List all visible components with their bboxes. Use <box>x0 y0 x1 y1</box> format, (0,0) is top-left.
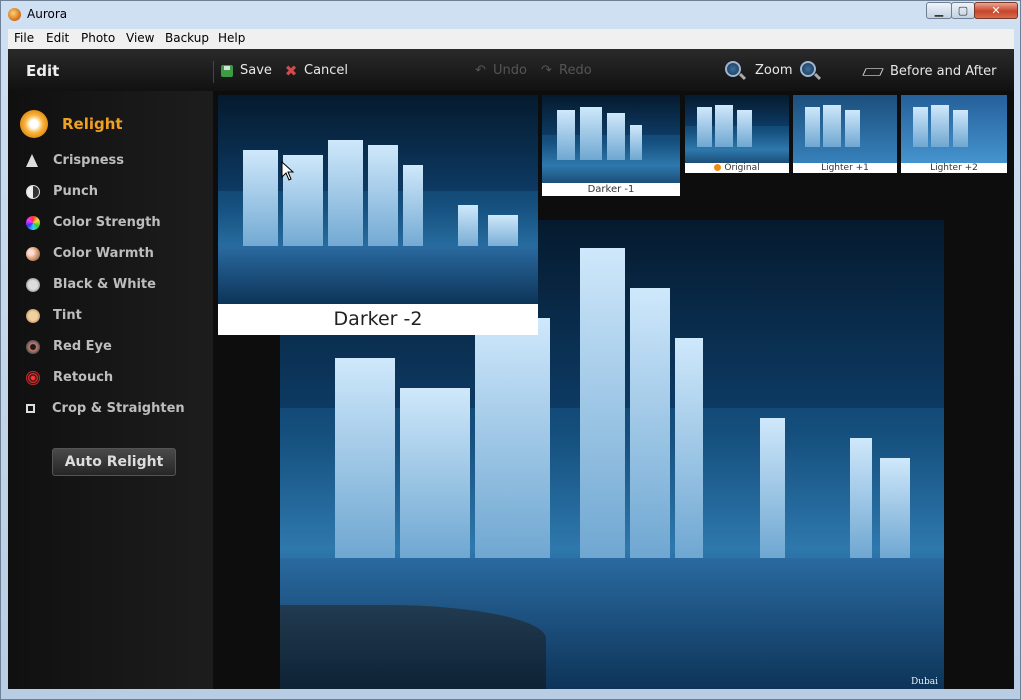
maximize-button[interactable]: ▢ <box>951 2 975 19</box>
thumb-label: Lighter +1 <box>793 163 897 173</box>
crispness-icon <box>26 154 38 167</box>
sidebar-item-crispness[interactable]: Crispness <box>26 153 124 168</box>
undo-icon: ↶ <box>475 63 486 78</box>
sidebar-item-label: Black & White <box>53 277 156 292</box>
sidebar-item-label: Crop & Straighten <box>52 401 185 416</box>
menu-file[interactable]: File <box>14 31 34 45</box>
menu-backup[interactable]: Backup <box>165 31 209 45</box>
preview-darker-2[interactable]: Darker -2 <box>218 95 538 335</box>
menu-bar: File Edit Photo View Backup Help <box>8 29 1014 50</box>
editor-client: Edit Save ✖ Cancel ↶ Undo ↷ Redo Zoom Be… <box>8 49 1014 689</box>
menu-edit[interactable]: Edit <box>46 31 69 45</box>
zoom-label: Zoom <box>755 63 793 78</box>
title-bar: Aurora ▁ ▢ ✕ <box>1 1 1020 29</box>
original-marker-icon <box>714 164 722 171</box>
redo-button[interactable]: ↷ Redo <box>541 63 592 78</box>
sidebar-item-color-strength[interactable]: Color Strength <box>26 215 161 230</box>
sidebar-item-label: Red Eye <box>53 339 112 354</box>
sun-icon <box>20 110 48 138</box>
save-label: Save <box>240 63 272 78</box>
sidebar-item-label: Tint <box>53 308 82 323</box>
sidebar-item-label: Punch <box>53 184 98 199</box>
crop-icon <box>26 404 35 413</box>
redo-label: Redo <box>559 63 592 78</box>
window-title: Aurora <box>27 7 68 21</box>
minimize-button[interactable]: ▁ <box>926 2 952 19</box>
undo-label: Undo <box>493 63 527 78</box>
sidebar-item-tint[interactable]: Tint <box>26 308 82 323</box>
sidebar-item-color-warmth[interactable]: Color Warmth <box>26 246 154 261</box>
punch-icon <box>26 184 40 199</box>
target-icon <box>26 370 40 385</box>
sidebar-item-label: Color Strength <box>53 215 161 230</box>
preview-label: Darker -2 <box>218 304 538 335</box>
sidebar-item-relight[interactable]: Relight <box>20 110 123 138</box>
thumb-label: Darker -1 <box>542 183 680 196</box>
sidebar-item-crop-straighten[interactable]: Crop & Straighten <box>26 401 185 416</box>
sidebar-item-retouch[interactable]: Retouch <box>26 370 113 385</box>
app-window: Aurora ▁ ▢ ✕ File Edit Photo View Backup… <box>0 0 1021 700</box>
before-after-label: Before and After <box>890 64 997 79</box>
save-button[interactable]: Save <box>221 63 272 78</box>
sidebar-item-punch[interactable]: Punch <box>26 184 98 199</box>
section-title: Edit <box>26 62 60 80</box>
warmth-icon <box>26 246 40 261</box>
thumb-darker-1[interactable]: Darker -1 <box>542 95 680 196</box>
cancel-label: Cancel <box>304 63 349 78</box>
toolbar: Edit Save ✖ Cancel ↶ Undo ↷ Redo Zoom Be… <box>8 49 1014 91</box>
menu-photo[interactable]: Photo <box>81 31 115 45</box>
sidebar-item-label: Relight <box>62 115 123 133</box>
tint-icon <box>26 308 40 323</box>
menu-help[interactable]: Help <box>218 31 245 45</box>
redo-icon: ↷ <box>541 63 552 78</box>
photo-canvas: Dubai Darker -2 Darker -1 Original Light… <box>213 91 1014 689</box>
undo-button[interactable]: ↶ Undo <box>475 63 527 78</box>
cancel-icon: ✖ <box>284 61 298 80</box>
tools-sidebar: Relight Crispness Punch Color Strength C… <box>8 91 213 689</box>
cancel-button[interactable]: ✖ Cancel <box>284 63 348 78</box>
save-icon <box>221 64 233 77</box>
thumb-lighter-1[interactable]: Lighter +1 <box>793 95 897 173</box>
close-button[interactable]: ✕ <box>974 2 1018 19</box>
sidebar-item-black-white[interactable]: Black & White <box>26 277 156 292</box>
menu-view[interactable]: View <box>126 31 154 45</box>
zoom-in-icon[interactable] <box>800 61 816 77</box>
sidebar-item-label: Crispness <box>53 153 124 168</box>
sidebar-item-label: Color Warmth <box>53 246 154 261</box>
photo-watermark: Dubai <box>910 677 938 687</box>
color-wheel-icon <box>26 215 40 230</box>
thumb-label: Original <box>685 163 789 173</box>
sidebar-item-red-eye[interactable]: Red Eye <box>26 339 112 354</box>
zoom-out-icon[interactable] <box>725 61 741 77</box>
toolbar-divider <box>213 61 214 83</box>
thumb-label: Lighter +2 <box>901 163 1007 173</box>
before-after-button[interactable]: Before and After <box>862 64 997 79</box>
aurora-logo-icon <box>8 8 21 21</box>
auto-relight-button[interactable]: Auto Relight <box>52 448 176 476</box>
sidebar-item-label: Retouch <box>53 370 114 385</box>
thumb-lighter-2[interactable]: Lighter +2 <box>901 95 1007 173</box>
layers-icon <box>862 67 884 76</box>
black-white-icon <box>26 277 40 292</box>
thumb-original[interactable]: Original <box>685 95 789 173</box>
red-eye-icon <box>26 339 40 354</box>
